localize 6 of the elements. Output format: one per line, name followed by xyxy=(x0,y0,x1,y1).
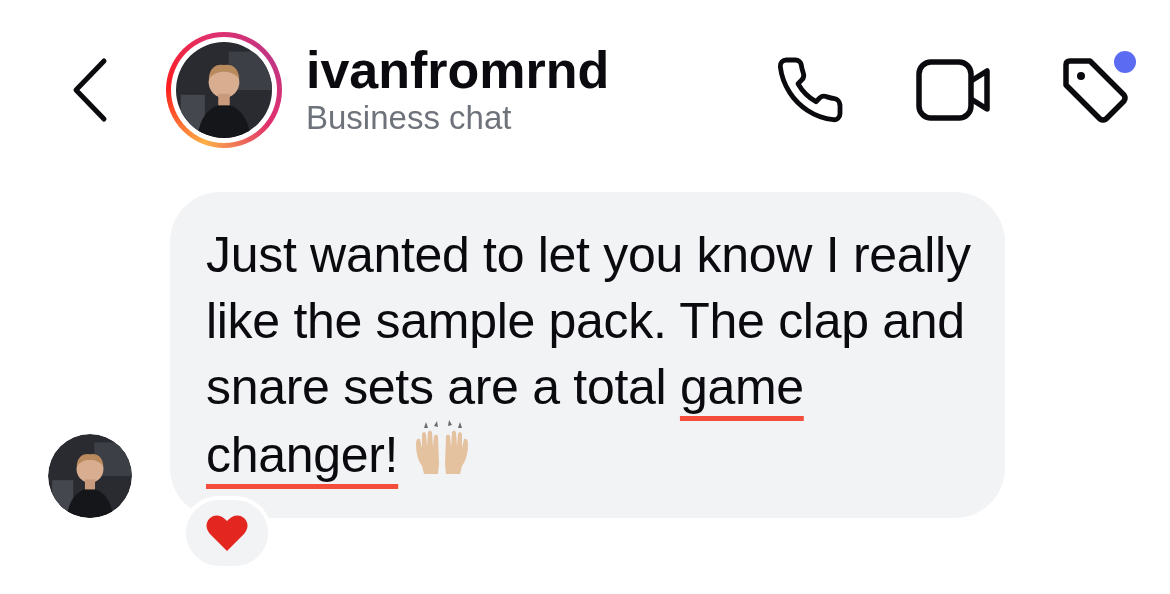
chat-subtitle: Business chat xyxy=(306,97,513,138)
message-text: Just wanted to let you know I really like the sample pack. The clap and snare sets are a total game changer! xyxy=(206,226,972,485)
heart-icon xyxy=(205,513,249,553)
video-camera-icon[interactable] xyxy=(916,59,990,121)
tag-icon[interactable] xyxy=(1060,55,1130,125)
username: ivanfromrnd xyxy=(306,42,611,98)
